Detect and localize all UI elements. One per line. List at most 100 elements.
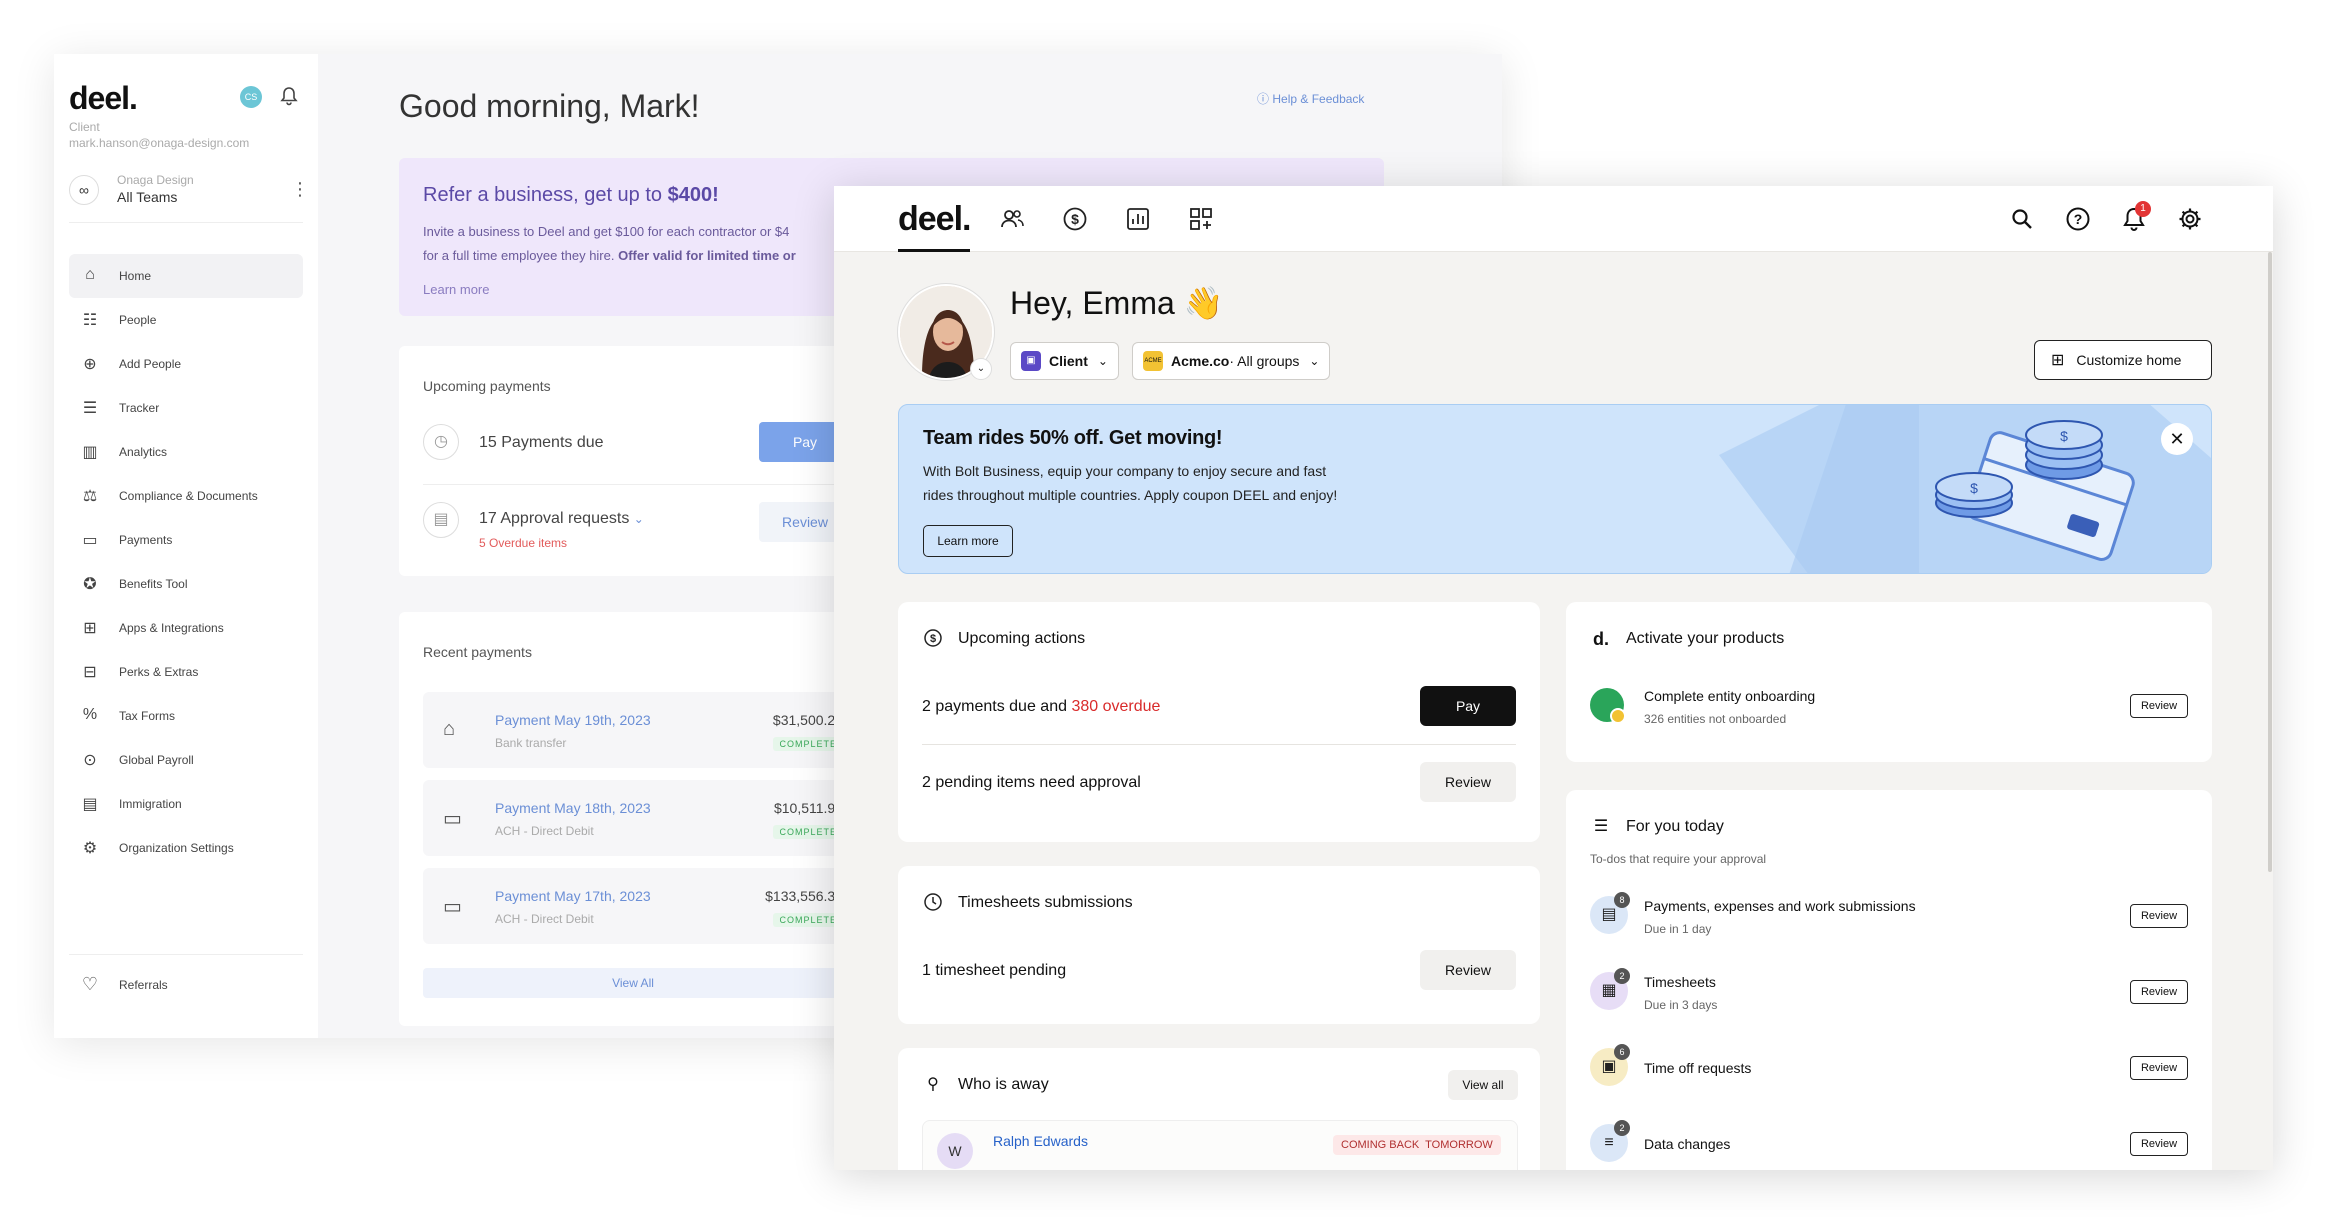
review-button[interactable]: Review — [1420, 950, 1516, 990]
review-button[interactable]: Review — [2130, 1056, 2188, 1080]
card-title: ⚲ Who is away — [922, 1074, 1049, 1096]
svg-text:$: $ — [1071, 211, 1079, 227]
todo-title: Data changes — [1644, 1136, 1731, 1152]
svg-text:$: $ — [2060, 428, 2068, 444]
status-badge: COMPLETE — [773, 737, 843, 751]
percent-icon: % — [82, 706, 98, 723]
gear-icon[interactable] — [2177, 206, 2203, 232]
dollar-icon: $ — [922, 628, 944, 650]
deel-logo[interactable]: deel. — [898, 200, 971, 239]
help-icon[interactable]: ? — [2065, 206, 2091, 232]
analytics-icon: ▥ — [82, 444, 98, 461]
chevron-down-icon[interactable]: ⌄ — [970, 358, 992, 380]
svg-text:$: $ — [1970, 480, 1978, 496]
sidebar-item-label: Global Payroll — [119, 753, 194, 767]
sidebar-item-global-payroll[interactable]: ⊙ Global Payroll — [69, 738, 303, 782]
payment-date[interactable]: Payment May 17th, 2023 — [495, 888, 651, 904]
document-icon: ▤ — [423, 502, 459, 538]
scrollbar[interactable] — [2268, 252, 2272, 872]
sidebar-nav: ⌂ Home ☷ People ⊕ Add People ☰ Tracker ▥ Analytic… — [69, 254, 303, 870]
promo-title: Team rides 50% off. Get moving! — [923, 427, 1223, 449]
chart-icon[interactable] — [1125, 206, 1151, 232]
todo-title: Time off requests — [1644, 1060, 1752, 1076]
sidebar-item-payments[interactable]: ▭ Payments — [69, 518, 303, 562]
payment-row[interactable]: ▭ Payment May 18th, 2023 ACH - Direct Debi… — [423, 780, 843, 856]
role-selector[interactable]: ▣ Client ⌄ — [1010, 342, 1119, 380]
away-person-row[interactable]: W Ralph Edwards COMING BACK TOMORROW — [922, 1120, 1518, 1170]
bell-icon[interactable] — [280, 86, 298, 111]
sidebar-item-apps-integrations[interactable]: ⊞ Apps & Integrations — [69, 606, 303, 650]
sidebar-item-label: Tax Forms — [119, 709, 176, 723]
avatar[interactable]: CS — [240, 86, 262, 108]
card-title: Timesheets submissions — [922, 892, 1133, 914]
card-icon: ▭ — [443, 896, 462, 918]
customize-home-button[interactable]: ⊞ Customize home — [2034, 340, 2212, 380]
pay-button[interactable]: Pay — [1420, 686, 1516, 726]
team-name: All Teams — [117, 189, 178, 205]
review-button[interactable]: Review — [2130, 1132, 2188, 1156]
sidebar-item-add-people[interactable]: ⊕ Add People — [69, 342, 303, 386]
sidebar-item-label: Tracker — [119, 401, 160, 415]
payment-method: Bank transfer — [495, 736, 567, 750]
payment-row[interactable]: ▭ Payment May 17th, 2023 ACH - Direct Debi… — [423, 868, 843, 944]
grid-edit-icon: ⊞ — [2051, 352, 2065, 369]
promo-banner: $ $ Team rides 50% off. Get moving! With… — [898, 404, 2212, 574]
count-badge: 6 — [1614, 1044, 1630, 1060]
apps-icon[interactable] — [1188, 206, 1214, 232]
top-navbar: deel. $ ? 1 — [834, 186, 2273, 252]
referral-text: for a full time employee they hire. Offe… — [423, 248, 796, 263]
sidebar-item-analytics[interactable]: ▥ Analytics — [69, 430, 303, 474]
payments-due-label: 15 Payments due — [479, 434, 604, 451]
help-feedback-link[interactable]: ⓘ Help & Feedback — [1257, 90, 1364, 107]
client-icon: ▣ — [1021, 351, 1041, 371]
add-person-icon: ⊕ — [83, 356, 97, 373]
sidebar-item-perks-extras[interactable]: ⊟ Perks & Extras — [69, 650, 303, 694]
card-title: Upcoming payments — [423, 378, 551, 394]
sidebar-item-label: Benefits Tool — [119, 577, 188, 591]
settings-icon: ⚙ — [82, 840, 98, 857]
team-switcher[interactable]: ∞ Onaga Design All Teams ⋮ — [69, 169, 309, 223]
sidebar-item-compliance-documents[interactable]: ⚖ Compliance & Documents — [69, 474, 303, 518]
view-all-button[interactable]: View all — [1448, 1070, 1518, 1100]
view-all-button[interactable]: View All — [423, 968, 843, 998]
people-icon[interactable] — [999, 206, 1025, 232]
review-button[interactable]: Review — [2130, 694, 2188, 718]
sidebar-item-organization-settings[interactable]: ⚙ Organization Settings — [69, 826, 303, 870]
chevron-down-icon: ⌄ — [1309, 354, 1320, 368]
search-icon[interactable] — [2009, 206, 2035, 232]
timesheets-card: Timesheets submissions 1 timesheet pendi… — [898, 866, 1540, 1024]
payment-date[interactable]: Payment May 19th, 2023 — [495, 712, 651, 728]
more-vertical-icon[interactable]: ⋮ — [291, 179, 309, 200]
payment-date[interactable]: Payment May 18th, 2023 — [495, 800, 651, 816]
help-icon: ⓘ — [1257, 92, 1270, 106]
sidebar-item-benefits-tool[interactable]: ✪ Benefits Tool — [69, 562, 303, 606]
palm-tree-icon: ⚲ — [927, 1076, 939, 1093]
person-name[interactable]: Ralph Edwards — [993, 1133, 1088, 1149]
review-button[interactable]: Review — [1420, 762, 1516, 802]
card-title: $ Upcoming actions — [922, 628, 1085, 650]
review-button[interactable]: Review — [2130, 980, 2188, 1004]
review-button[interactable]: Review — [2130, 904, 2188, 928]
acme-logo-icon: ACME — [1143, 351, 1163, 371]
sidebar-item-referrals[interactable]: ♡ Referrals — [77, 974, 168, 995]
dollar-icon[interactable]: $ — [1062, 206, 1088, 232]
sidebar-item-label: Apps & Integrations — [119, 621, 224, 635]
onboarding-title: Complete entity onboarding — [1644, 688, 1816, 704]
referral-title: Refer a business, get up to $400! — [423, 184, 719, 206]
sidebar-item-home[interactable]: ⌂ Home — [69, 254, 303, 298]
close-icon[interactable]: ✕ — [2161, 423, 2193, 455]
sidebar-item-people[interactable]: ☷ People — [69, 298, 303, 342]
payment-row[interactable]: ⌂ Payment May 19th, 2023 Bank transfer $31,… — [423, 692, 843, 768]
sidebar-item-tax-forms[interactable]: % Tax Forms — [69, 694, 303, 738]
sidebar-item-immigration[interactable]: ▤ Immigration — [69, 782, 303, 826]
sidebar-item-tracker[interactable]: ☰ Tracker — [69, 386, 303, 430]
learn-more-button[interactable]: Learn more — [923, 525, 1013, 557]
org-selector[interactable]: ACME Acme.co · All groups ⌄ — [1132, 342, 1331, 380]
status-badge: COMING BACK TOMORROW — [1333, 1135, 1501, 1155]
sidebar-item-label: Add People — [119, 357, 182, 371]
activate-products-card: d. Activate your products Complete entit… — [1566, 602, 2212, 762]
new-dashboard-window: deel. $ ? 1 ⌄ Hey, Emma 👋 ▣ Client ⌄ ACM… — [834, 186, 2273, 1170]
approval-requests-label[interactable]: 17 Approval requests ⌄ — [479, 510, 644, 528]
for-you-today-card: ☰ For you today To-dos that require your… — [1566, 790, 2212, 1170]
learn-more-link[interactable]: Learn more — [423, 282, 489, 297]
